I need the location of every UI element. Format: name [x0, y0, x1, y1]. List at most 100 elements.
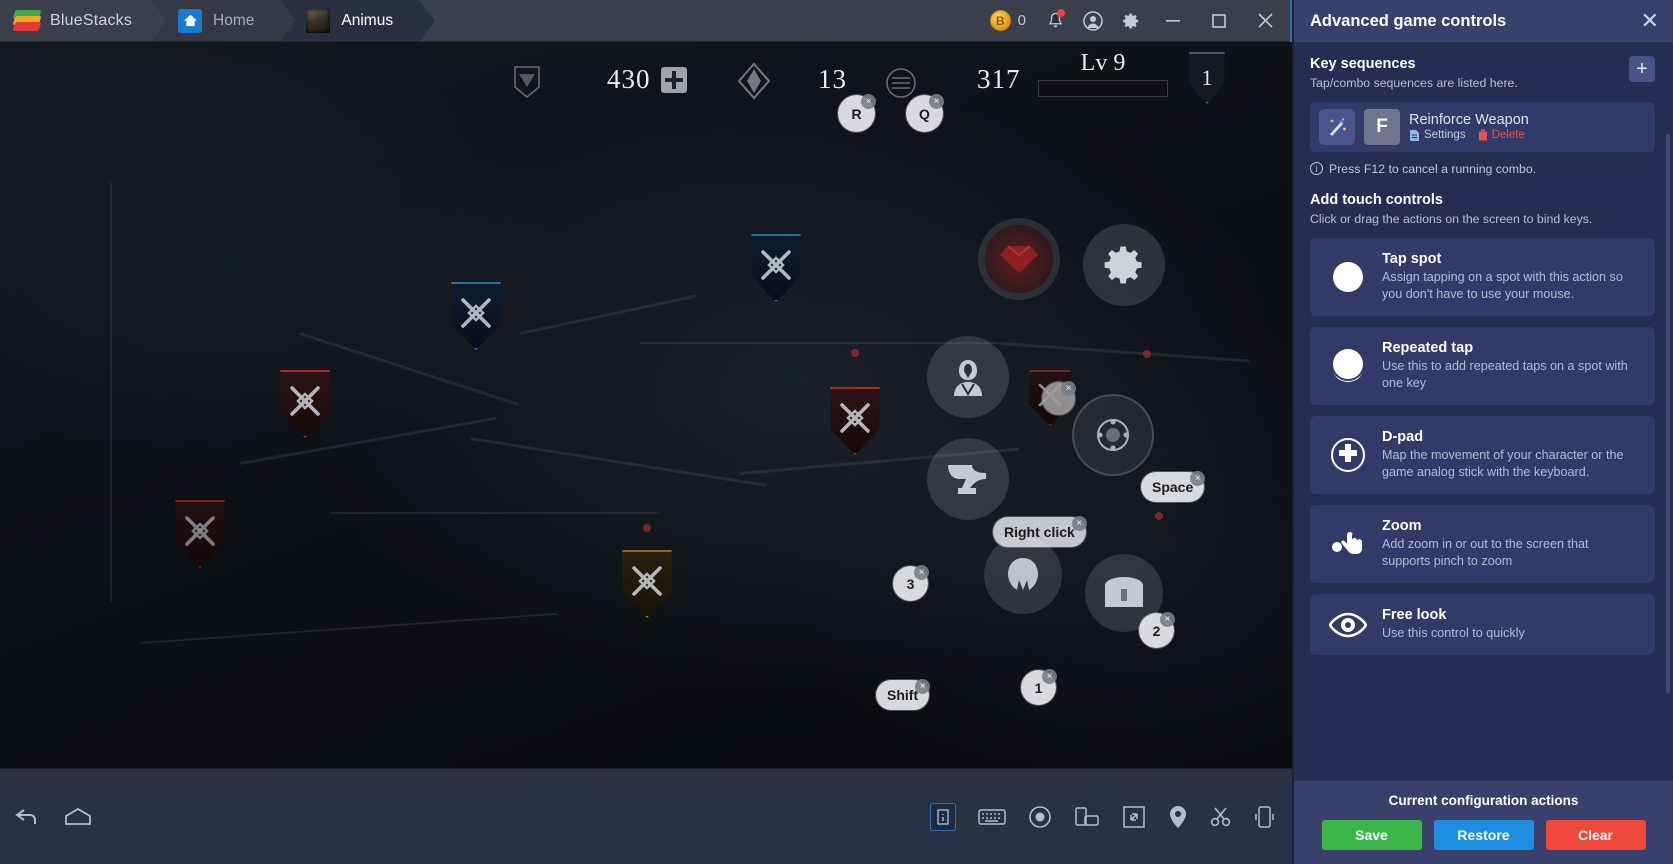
keybind-1[interactable]: 1 × [1021, 669, 1057, 705]
control-title-repeated-tap: Repeated tap [1382, 340, 1474, 357]
keybind-remove-icon[interactable]: × [861, 94, 876, 109]
key-sequence-item[interactable]: F Reinforce Weapon Settings Delete [1310, 101, 1655, 152]
radar-icon [1097, 419, 1129, 451]
keybind-2-label: 2 [1152, 622, 1161, 639]
control-card-repeated-tap[interactable]: Repeated tap Use this to add repeated ta… [1310, 327, 1655, 406]
key-sequence-settings-label: Settings [1424, 129, 1466, 142]
app-thumbnail-icon [306, 8, 331, 33]
map-shield-marker[interactable] [827, 387, 883, 455]
key-sequence-meta: Reinforce Weapon Settings Delete [1409, 112, 1646, 142]
gem-shop-button[interactable] [978, 218, 1060, 300]
red-gem-icon [1000, 245, 1038, 273]
bell-icon[interactable] [1038, 0, 1072, 42]
map-shield-marker[interactable] [748, 234, 804, 302]
control-card-tap-spot[interactable]: Tap spot Assign tapping on a spot with t… [1310, 238, 1655, 317]
maximize-icon[interactable] [1198, 0, 1240, 42]
shake-device-icon[interactable] [1254, 805, 1276, 829]
helmet-button[interactable] [984, 536, 1062, 614]
touch-controls-title: Add touch controls [1310, 191, 1443, 208]
key-sequence-actions: Settings Delete [1409, 129, 1646, 142]
crossed-swords-icon [185, 516, 215, 546]
save-button[interactable]: Save [1321, 820, 1422, 850]
bluestacks-brand: BlueStacks [0, 0, 167, 42]
app-info-icon[interactable] [930, 802, 956, 831]
bluestacks-logo-icon [12, 9, 42, 32]
keybind-q[interactable]: Q × [906, 94, 944, 132]
home-icon[interactable] [64, 807, 92, 827]
settings-button[interactable] [1083, 224, 1165, 306]
chest-icon [1105, 577, 1143, 607]
minimize-icon[interactable] [1152, 0, 1194, 42]
keybind-remove-icon[interactable]: × [915, 679, 931, 694]
character-button[interactable] [927, 336, 1009, 418]
gear-icon[interactable] [1114, 0, 1148, 42]
keyboard-icon[interactable] [978, 807, 1006, 827]
fullscreen-icon[interactable] [1122, 805, 1146, 829]
control-desc-tap-spot: Assign tapping on a spot with this actio… [1382, 270, 1623, 302]
keybind-remove-icon[interactable]: × [1160, 612, 1175, 627]
keybind-2[interactable]: 2 × [1139, 612, 1175, 648]
keybind-remove-icon[interactable]: × [914, 565, 929, 580]
tap-spot-icon [1328, 262, 1368, 293]
key-sequence-hint-label: Press F12 to cancel a running combo. [1329, 161, 1537, 176]
magic-wand-icon [1319, 108, 1355, 145]
footer-buttons: Save Restore Clear [1310, 820, 1657, 850]
add-key-sequence-button[interactable]: + [1629, 56, 1655, 82]
coin-balance[interactable]: B 0 [982, 10, 1034, 31]
control-desc-free-look: Use this control to quickly [1382, 626, 1525, 641]
keybind-remove-icon[interactable]: × [1190, 471, 1206, 486]
forge-button[interactable] [927, 438, 1009, 520]
keybind-remove-icon[interactable]: × [1042, 669, 1057, 684]
hooded-character-icon [954, 360, 982, 396]
radar-button[interactable] [1072, 394, 1154, 476]
keybind-shift[interactable]: Shift × [876, 679, 931, 710]
tab-home-label: Home [213, 11, 255, 29]
restore-button[interactable]: Restore [1433, 820, 1534, 850]
map-shield-marker[interactable] [619, 550, 675, 618]
screen-record-icon[interactable] [1028, 805, 1052, 829]
keybind-q-label: Q [919, 105, 930, 122]
keybind-remove-icon[interactable]: × [1061, 381, 1076, 396]
keybind-space[interactable]: Space × [1141, 471, 1206, 502]
trash-icon [1478, 129, 1487, 141]
map-shield-marker[interactable] [172, 500, 228, 568]
key-sequence-settings-button[interactable]: Settings [1409, 129, 1466, 142]
pinch-zoom-icon [1328, 527, 1368, 561]
coin-icon: B [989, 10, 1011, 31]
scissors-icon[interactable] [1210, 806, 1232, 828]
crossed-swords-icon [461, 298, 491, 328]
tab-animus[interactable]: Animus [280, 0, 435, 42]
helmet-icon [1008, 558, 1038, 590]
keybind-1-label: 1 [1034, 679, 1043, 696]
rotate-screen-icon[interactable] [1074, 806, 1100, 828]
info-icon: i [1310, 162, 1323, 176]
account-icon[interactable] [1076, 0, 1110, 42]
game-viewport[interactable]: 430 13 317 Lv 9 1 R × Q × Space × Right … [0, 42, 1292, 768]
keybind-remove-icon[interactable]: × [929, 94, 944, 109]
panel-title: Advanced game controls [1310, 11, 1507, 30]
keybind-r[interactable]: R × [838, 94, 876, 132]
close-icon[interactable] [1244, 0, 1286, 42]
clear-button[interactable]: Clear [1545, 820, 1646, 850]
crossed-swords-icon [840, 403, 870, 433]
crossed-swords-icon [1038, 383, 1062, 407]
control-card-free-look[interactable]: Free look Use this control to quickly [1310, 594, 1655, 656]
map-shield-marker[interactable] [448, 282, 504, 350]
panel-body[interactable]: Key sequences Tap/combo sequences are li… [1294, 42, 1673, 781]
key-sequence-key[interactable]: F [1364, 108, 1400, 145]
dpad-icon [1328, 437, 1368, 473]
keybind-right-click[interactable]: Right click × [993, 516, 1087, 547]
keybind-3[interactable]: 3 × [893, 565, 929, 601]
back-icon[interactable] [14, 807, 42, 827]
panel-footer: Current configuration actions Save Resto… [1294, 781, 1673, 864]
control-card-dpad[interactable]: D-pad Map the movement of your character… [1310, 416, 1655, 495]
titlebar-actions: B 0 [982, 0, 1290, 41]
location-icon[interactable] [1168, 805, 1188, 829]
tab-home[interactable]: Home [152, 0, 297, 42]
map-shield-marker[interactable] [277, 370, 333, 438]
keybind-remove-icon[interactable]: × [1071, 516, 1087, 531]
control-card-zoom[interactable]: Zoom Add zoom in or out to the screen th… [1310, 505, 1655, 584]
key-sequence-delete-button[interactable]: Delete [1478, 129, 1525, 141]
close-icon[interactable]: ✕ [1641, 10, 1659, 32]
panel-scrollbar[interactable] [1666, 134, 1670, 694]
